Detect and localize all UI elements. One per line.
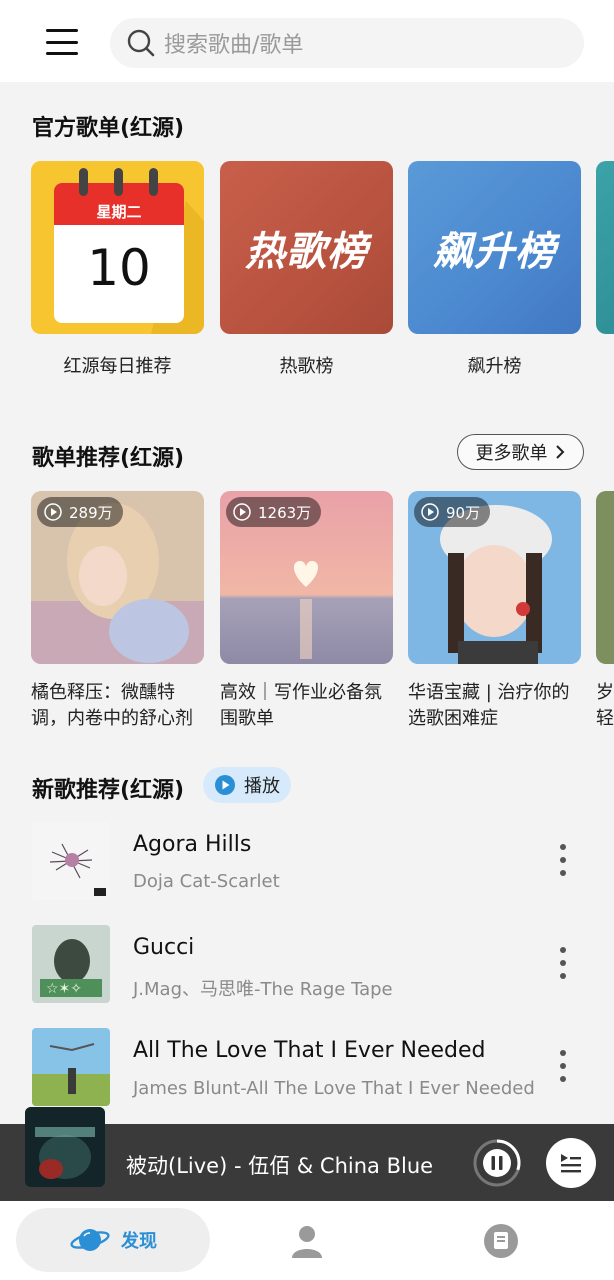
chevron-right-icon bbox=[555, 445, 564, 459]
nav-discover-label: 发现 bbox=[121, 1231, 157, 1252]
hot-songs-cover-text: 热歌榜 bbox=[245, 228, 368, 275]
play-icon bbox=[215, 775, 235, 795]
playlist-cover[interactable]: 90万 bbox=[408, 491, 581, 664]
menu-icon[interactable] bbox=[40, 24, 84, 60]
play-circle-icon bbox=[44, 503, 62, 521]
recommend-section-title: 歌单推荐(红源) bbox=[32, 446, 185, 471]
song-cover[interactable]: ☆✶✧ bbox=[32, 925, 110, 1003]
playlist-queue-button[interactable] bbox=[546, 1138, 596, 1188]
rising-songs-card[interactable]: 飙升榜 bbox=[408, 161, 581, 334]
song-title[interactable]: Agora Hills bbox=[133, 832, 251, 857]
search-icon bbox=[127, 29, 155, 57]
play-circle-icon bbox=[421, 503, 439, 521]
rising-songs-label: 飙升榜 bbox=[467, 356, 522, 377]
official-section-title: 官方歌单(红源) bbox=[32, 116, 185, 141]
play-count-badge: 90万 bbox=[414, 497, 491, 527]
playlist-title[interactable]: 高效｜写作业必备氛围歌单 bbox=[220, 680, 395, 732]
more-options-icon[interactable] bbox=[551, 1046, 575, 1086]
playlist-title[interactable]: 岁轻 bbox=[596, 680, 614, 732]
pause-button[interactable] bbox=[472, 1138, 522, 1188]
svg-text:☆✶✧: ☆✶✧ bbox=[46, 981, 82, 997]
play-all-button[interactable]: 播放 bbox=[203, 767, 291, 803]
song-cover-art bbox=[32, 1028, 110, 1106]
song-title[interactable]: Gucci bbox=[133, 935, 194, 960]
song-cover-art: ☆✶✧ bbox=[32, 925, 110, 1003]
message-icon[interactable] bbox=[482, 1222, 520, 1260]
daily-recommend-label: 红源每日推荐 bbox=[63, 356, 172, 377]
queue-icon bbox=[561, 1154, 581, 1173]
play-count: 289万 bbox=[69, 503, 113, 522]
song-title[interactable]: All The Love That I Ever Needed bbox=[133, 1038, 486, 1063]
song-artist-album: J.Mag、马思唯-The Rage Tape bbox=[133, 979, 393, 1000]
play-all-label: 播放 bbox=[244, 776, 280, 797]
calendar-weekday: 星期二 bbox=[96, 203, 142, 221]
user-icon[interactable] bbox=[288, 1222, 326, 1260]
nav-discover-tab[interactable]: 发现 bbox=[16, 1208, 210, 1272]
now-playing-title[interactable]: 被动(Live) - 伍佰 & China Blue bbox=[126, 1150, 433, 1180]
more-playlists-label: 更多歌单 bbox=[475, 443, 548, 464]
play-count: 1263万 bbox=[258, 503, 312, 522]
play-circle-icon bbox=[233, 503, 251, 521]
song-artist-album: James Blunt-All The Love That I Ever Nee… bbox=[133, 1078, 535, 1099]
playlist-cover[interactable] bbox=[596, 491, 614, 664]
rising-songs-cover-text: 飙升榜 bbox=[433, 228, 556, 275]
planet-icon bbox=[70, 1229, 110, 1251]
calendar-day: 10 bbox=[87, 239, 151, 297]
search-placeholder: 搜索歌曲/歌单 bbox=[164, 33, 304, 58]
play-count: 90万 bbox=[446, 503, 481, 522]
play-count-badge: 1263万 bbox=[226, 497, 322, 527]
new-songs-section-title: 新歌推荐(红源) bbox=[32, 778, 185, 803]
play-count-badge: 289万 bbox=[37, 497, 123, 527]
now-playing-cover-art bbox=[25, 1107, 105, 1187]
daily-recommend-card[interactable]: 星期二 10 bbox=[31, 161, 204, 334]
top-bar: 搜索歌曲/歌单 bbox=[0, 0, 614, 82]
hot-songs-label: 热歌榜 bbox=[279, 356, 334, 377]
playlist-cover[interactable]: 1263万 bbox=[220, 491, 393, 664]
more-chart-card[interactable] bbox=[596, 161, 614, 334]
more-options-icon[interactable] bbox=[551, 943, 575, 983]
more-options-icon[interactable] bbox=[551, 840, 575, 880]
playlist-title[interactable]: 橘色释压：微醺特调，内卷中的舒心剂 bbox=[31, 680, 206, 732]
now-playing-cover[interactable] bbox=[25, 1107, 105, 1187]
playlist-cover[interactable]: 289万 bbox=[31, 491, 204, 664]
song-cover-art bbox=[32, 822, 110, 900]
hot-songs-card[interactable]: 热歌榜 bbox=[220, 161, 393, 334]
playlist-title[interactable]: 华语宝藏 | 治疗你的选歌困难症 bbox=[408, 680, 583, 732]
song-artist-album: Doja Cat-Scarlet bbox=[133, 871, 280, 892]
more-playlists-button[interactable]: 更多歌单 bbox=[457, 434, 584, 470]
song-cover[interactable] bbox=[32, 1028, 110, 1106]
search-input[interactable]: 搜索歌曲/歌单 bbox=[110, 18, 584, 68]
song-cover[interactable] bbox=[32, 822, 110, 900]
